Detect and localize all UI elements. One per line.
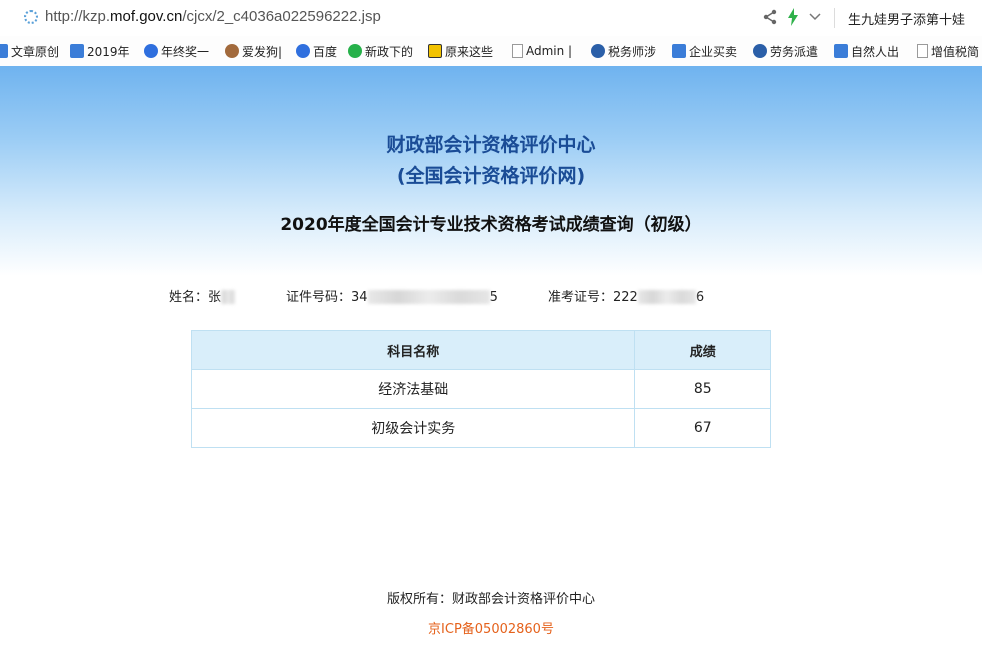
bookmark-label: 文章原创 xyxy=(11,44,60,59)
bookmarks-bar: 文章原创 2019年 年终奖一 爱发狗| 百度 新政下的 原来这些 Admin … xyxy=(0,36,982,67)
name-label: 姓名： xyxy=(169,290,209,305)
bookmark-label: 新政下的 xyxy=(365,44,414,59)
bookmark-label: 百度 xyxy=(313,44,338,59)
wechat-icon xyxy=(348,44,362,58)
redacted-block xyxy=(221,289,236,304)
bookmark-item[interactable]: 增值税简 xyxy=(917,43,979,59)
ticket-end: 6 xyxy=(695,290,705,305)
score-cell: 67 xyxy=(634,408,771,448)
url-text[interactable]: http://kzp.mof.gov.cn/cjcx/2_c4036a02259… xyxy=(45,8,381,25)
copyright-text: 版权所有：财政部会计资格评价中心 xyxy=(386,592,595,607)
bookmark-item[interactable]: 劳务派遣 xyxy=(753,43,818,59)
column-header-score: 成绩 xyxy=(634,330,771,370)
candidate-name: 姓名：张 xyxy=(169,286,236,305)
blue-square-icon xyxy=(672,44,686,58)
bookmark-label: 爱发狗| xyxy=(242,44,283,59)
bookmark-item[interactable]: 百度 xyxy=(296,43,337,59)
dog-icon xyxy=(225,44,239,58)
redacted-block xyxy=(637,289,696,304)
bookmark-item[interactable]: 原来这些 xyxy=(428,43,493,59)
bookmark-item[interactable]: 年终奖一 xyxy=(144,43,209,59)
bookmark-item[interactable]: 自然人出 xyxy=(834,43,899,59)
exam-title: 2020年度全国会计专业技术资格考试成绩查询（初级） xyxy=(280,215,702,235)
bookmark-label: 原来这些 xyxy=(445,44,494,59)
ticket-label: 准考证号： xyxy=(548,290,614,305)
candidate-ticket: 准考证号：222 6 xyxy=(548,286,704,305)
baidu-paw-icon xyxy=(296,44,310,58)
loading-icon xyxy=(24,10,38,24)
round-logo-icon xyxy=(591,44,605,58)
bookmark-item[interactable]: Admin | xyxy=(512,43,572,59)
subject-cell: 经济法基础 xyxy=(190,369,636,409)
bookmark-label: 年终奖一 xyxy=(161,44,210,59)
column-header-subject: 科目名称 xyxy=(190,330,636,370)
score-table: 科目名称 成绩 经济法基础 85 初级会计实务 67 xyxy=(190,330,771,448)
bookmark-label: 税务师涉 xyxy=(608,44,657,59)
bookmark-item[interactable]: 新政下的 xyxy=(348,43,413,59)
page: http://kzp.mof.gov.cn/cjcx/2_c4036a02259… xyxy=(0,0,982,658)
url-host: mof.gov.cn xyxy=(110,8,183,25)
baidu-paw-icon xyxy=(144,44,158,58)
ticket-start: 222 xyxy=(613,290,638,305)
bookmark-item[interactable]: 文章原创 xyxy=(0,43,59,59)
url-path: /cjcx/2_c4036a022596222.jsp xyxy=(182,8,381,25)
bookmark-label: 2019年 xyxy=(87,44,130,59)
score-cell: 85 xyxy=(634,369,771,409)
news-headline[interactable]: 生九娃男子添第十娃 xyxy=(848,9,965,28)
bookmark-item[interactable]: 税务师涉 xyxy=(591,43,656,59)
address-bar[interactable]: http://kzp.mof.gov.cn/cjcx/2_c4036a02259… xyxy=(0,0,982,37)
table-header-row: 科目名称 成绩 xyxy=(190,330,771,370)
id-start: 34 xyxy=(351,290,368,305)
org-name: 财政部会计资格评价中心 xyxy=(386,134,596,156)
share-icon[interactable] xyxy=(763,9,777,25)
subject-cell: 初级会计实务 xyxy=(190,408,636,448)
page-icon xyxy=(917,44,928,58)
lightning-icon[interactable] xyxy=(787,8,799,26)
blue-square-icon xyxy=(0,44,8,58)
bookmark-item[interactable]: 企业买卖 xyxy=(672,43,737,59)
bookmark-label: Admin | xyxy=(526,44,573,58)
redacted-block xyxy=(367,289,490,304)
org-subname: (全国会计资格评价网) xyxy=(396,165,586,187)
id-label: 证件号码： xyxy=(286,290,352,305)
bookmark-label: 增值税简 xyxy=(931,44,980,59)
id-end: 5 xyxy=(489,290,498,305)
bookmark-label: 自然人出 xyxy=(851,44,900,59)
url-prefix: http://kzp. xyxy=(45,8,111,25)
table-row: 初级会计实务 67 xyxy=(190,408,771,448)
name-value: 张 xyxy=(208,290,222,305)
bookmark-label: 劳务派遣 xyxy=(770,44,819,59)
chevron-down-icon[interactable] xyxy=(808,11,822,23)
divider xyxy=(834,8,835,28)
blue-square-icon xyxy=(70,44,84,58)
bookmark-item[interactable]: 2019年 xyxy=(70,43,130,59)
round-logo-icon xyxy=(753,44,767,58)
table-row: 经济法基础 85 xyxy=(190,369,771,409)
sogou-icon xyxy=(428,44,442,58)
icp-link[interactable]: 京ICP备05002860号 xyxy=(0,618,982,637)
blue-square-icon xyxy=(834,44,848,58)
bookmark-label: 企业买卖 xyxy=(689,44,738,59)
page-icon xyxy=(512,44,523,58)
bookmark-item[interactable]: 爱发狗| xyxy=(225,43,282,59)
candidate-id: 证件号码：34 5 xyxy=(286,286,498,305)
